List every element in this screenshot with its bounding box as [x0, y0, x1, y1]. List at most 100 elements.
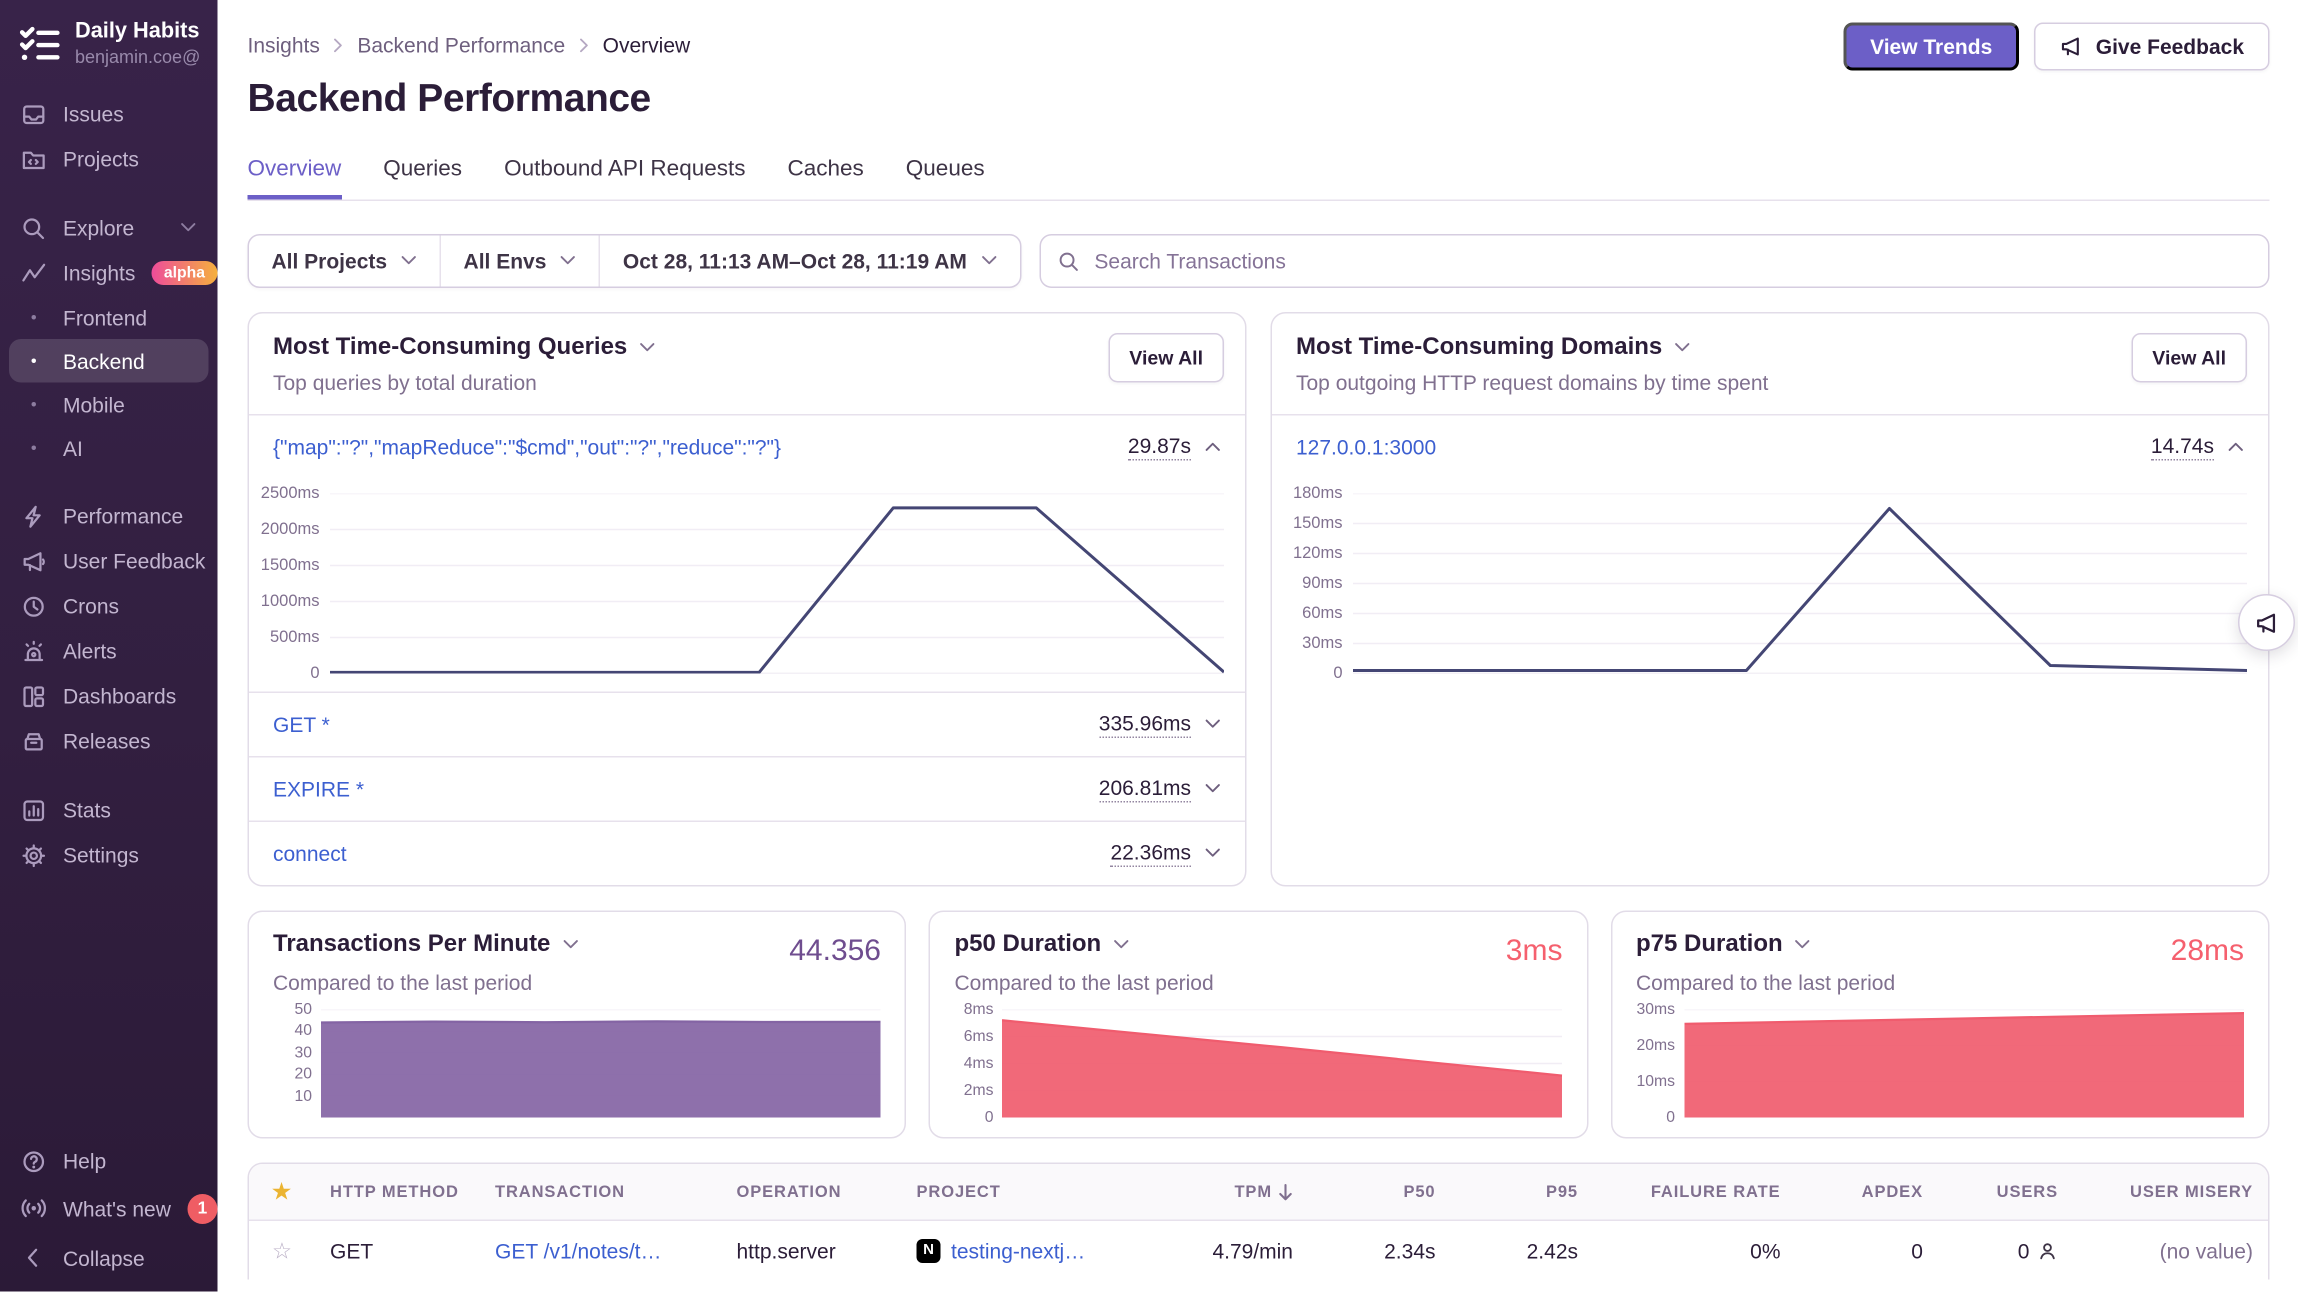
queries-view-all-button[interactable]: View All	[1108, 333, 1224, 383]
query-link[interactable]: EXPIRE *	[273, 777, 364, 801]
sidebar-item-settings[interactable]: Settings	[0, 833, 218, 878]
p50-duration-card: p50 Duration 3ms Compared to the last pe…	[929, 911, 1588, 1139]
line-chart-plot	[1353, 494, 2247, 674]
domain-duration-toggle[interactable]: 14.74s	[2151, 434, 2244, 461]
queries-panel-subtitle: Top queries by total duration	[273, 371, 1221, 395]
floating-feedback-button[interactable]	[2238, 594, 2295, 651]
query-link[interactable]: connect	[273, 842, 347, 866]
col-operation[interactable]: OPERATION	[722, 1183, 902, 1201]
cell-transaction-link[interactable]: GET /v1/notes/t…	[480, 1238, 722, 1262]
chevron-right-icon	[579, 37, 590, 53]
query-link[interactable]: GET *	[273, 713, 330, 737]
sidebar-item-ai[interactable]: AI	[0, 426, 218, 470]
sidebar-item-help[interactable]: Help	[0, 1139, 218, 1184]
col-apdex[interactable]: APDEX	[1796, 1183, 1939, 1201]
col-user-misery[interactable]: USER MISERY	[2073, 1183, 2268, 1201]
sidebar-item-insights[interactable]: Insights alpha	[0, 251, 218, 296]
cell-user-misery: (no value)	[2073, 1238, 2268, 1262]
sidebar-item-user-feedback[interactable]: User Feedback	[0, 539, 218, 584]
sidebar-item-backend[interactable]: Backend	[9, 339, 209, 383]
sidebar-item-whats-new[interactable]: What's new 1	[0, 1184, 218, 1234]
give-feedback-button[interactable]: Give Feedback	[2034, 23, 2269, 71]
tpm-subtitle: Compared to the last period	[273, 971, 881, 995]
col-p50[interactable]: P50	[1308, 1183, 1451, 1201]
projects-icon	[21, 146, 47, 172]
chevron-down-icon	[1674, 342, 1691, 353]
p75-subtitle: Compared to the last period	[1636, 971, 2244, 995]
domain-link[interactable]: 127.0.0.1:3000	[1296, 435, 1436, 459]
queries-panel-title[interactable]: Most Time-Consuming Queries	[273, 335, 1221, 362]
domains-panel-subtitle: Top outgoing HTTP request domains by tim…	[1296, 371, 2244, 395]
p50-card-title[interactable]: p50 Duration	[954, 932, 1562, 959]
col-project[interactable]: PROJECT	[902, 1183, 1144, 1201]
query-duration-toggle[interactable]: 335.96ms	[1099, 711, 1221, 738]
bullet-icon	[21, 402, 47, 407]
cell-p50: 2.34s	[1308, 1238, 1451, 1262]
bullet-icon	[21, 315, 47, 320]
date-range-filter[interactable]: Oct 28, 11:13 AM–Oct 28, 11:19 AM	[599, 236, 1019, 287]
lightning-icon	[21, 503, 47, 529]
metric-cards: Transactions Per Minute 44.356 Compared …	[248, 911, 2270, 1139]
sidebar-item-alerts[interactable]: Alerts	[0, 629, 218, 674]
transactions-per-minute-card: Transactions Per Minute 44.356 Compared …	[248, 911, 907, 1139]
area-chart-plot	[1684, 1010, 2244, 1118]
org-switcher[interactable]: Daily Habits benjamin.coe@sent…	[0, 0, 218, 92]
favorite-column-header-star-icon[interactable]: ★	[249, 1179, 315, 1205]
query-link[interactable]: {"map":"?","mapReduce":"$cmd","out":"?",…	[273, 435, 781, 459]
sidebar-item-releases[interactable]: Releases	[0, 719, 218, 764]
p75-card-title[interactable]: p75 Duration	[1636, 932, 2244, 959]
col-failure-rate[interactable]: FAILURE RATE	[1593, 1183, 1796, 1201]
sidebar-item-performance[interactable]: Performance	[0, 494, 218, 539]
sidebar-collapse-button[interactable]: Collapse	[0, 1234, 218, 1287]
query-duration-toggle[interactable]: 206.81ms	[1099, 776, 1221, 803]
query-row: EXPIRE * 206.81ms	[249, 756, 1245, 821]
p75-duration-card: p75 Duration 28ms Compared to the last p…	[1610, 911, 2269, 1139]
transactions-table: ★ HTTP METHOD TRANSACTION OPERATION PROJ…	[248, 1163, 2270, 1280]
tab-caches[interactable]: Caches	[788, 156, 864, 200]
favorite-star-toggle-icon[interactable]: ☆	[249, 1237, 315, 1264]
sidebar-item-stats[interactable]: Stats	[0, 788, 218, 833]
breadcrumb-insights[interactable]: Insights	[248, 33, 320, 57]
domains-view-all-button[interactable]: View All	[2131, 333, 2247, 383]
sidebar-item-mobile[interactable]: Mobile	[0, 383, 218, 427]
sidebar-item-issues[interactable]: Issues	[0, 92, 218, 137]
tab-queries[interactable]: Queries	[383, 156, 462, 200]
chevron-down-icon	[1113, 939, 1130, 950]
page-title: Backend Performance	[248, 75, 2270, 122]
sidebar-item-frontend[interactable]: Frontend	[0, 296, 218, 340]
table-header-row: ★ HTTP METHOD TRANSACTION OPERATION PROJ…	[249, 1164, 2268, 1221]
siren-icon	[21, 638, 47, 664]
query-duration-toggle[interactable]: 29.87s	[1128, 434, 1221, 461]
project-link[interactable]: testing-nextj…	[951, 1238, 1085, 1262]
tab-queues[interactable]: Queues	[906, 156, 985, 200]
query-duration-toggle[interactable]: 22.36ms	[1110, 840, 1221, 867]
col-users[interactable]: USERS	[1938, 1183, 2073, 1201]
col-tpm-sorted[interactable]: TPM	[1143, 1183, 1308, 1201]
tab-outbound-api-requests[interactable]: Outbound API Requests	[504, 156, 745, 200]
search-input[interactable]	[1040, 234, 2268, 288]
y-axis-labels: 30ms20ms10ms0	[1636, 1010, 1684, 1118]
col-http-method[interactable]: HTTP METHOD	[315, 1183, 480, 1201]
col-transaction[interactable]: TRANSACTION	[480, 1183, 722, 1201]
sidebar-item-crons[interactable]: Crons	[0, 584, 218, 629]
tpm-mini-chart: 5040302010	[273, 1010, 881, 1118]
col-p95[interactable]: P95	[1451, 1183, 1594, 1201]
area-chart-plot	[1002, 1010, 1562, 1118]
cell-p95: 2.42s	[1451, 1238, 1594, 1262]
view-trends-button[interactable]: View Trends	[1843, 23, 2019, 71]
project-filter[interactable]: All Projects	[249, 236, 440, 287]
sidebar-item-dashboards[interactable]: Dashboards	[0, 674, 218, 719]
cell-users: 0	[1938, 1238, 2073, 1262]
tab-overview[interactable]: Overview	[248, 156, 342, 200]
breadcrumb-backend-performance[interactable]: Backend Performance	[357, 33, 565, 57]
sidebar-item-projects[interactable]: Projects	[0, 137, 218, 182]
chevron-down-icon	[639, 342, 656, 353]
tab-bar: Overview Queries Outbound API Requests C…	[248, 156, 2270, 201]
sidebar-footer: Help What's new 1 Collapse	[0, 1139, 218, 1292]
sidebar-item-explore[interactable]: Explore	[0, 206, 218, 251]
y-axis-labels: 2500ms2000ms1500ms1000ms500ms0	[261, 494, 330, 674]
environment-filter[interactable]: All Envs	[440, 236, 599, 287]
domains-panel-title[interactable]: Most Time-Consuming Domains	[1296, 335, 2244, 362]
sidebar: Daily Habits benjamin.coe@sent… Issues P…	[0, 0, 218, 1292]
megaphone-icon	[2060, 35, 2084, 59]
